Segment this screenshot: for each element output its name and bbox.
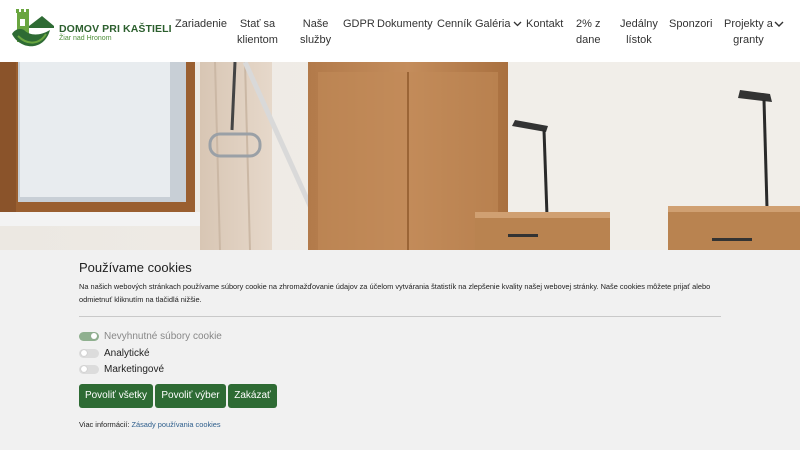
site-header: DOMOV PRI KAŠTIELI Žiar nad Hronom Zaria…	[0, 0, 800, 62]
cookie-title: Používame cookies	[79, 260, 192, 275]
toggle-analytics[interactable]	[79, 348, 99, 358]
room-photo	[0, 62, 800, 250]
cookie-policy-link[interactable]: Zásady používania cookies	[131, 420, 220, 429]
cookie-description: Na našich webových stránkach používame s…	[79, 282, 711, 304]
cookie-option-label: Marketingové	[104, 363, 165, 375]
nav-item-galeria[interactable]: Galéria	[475, 16, 522, 32]
nav-item-dokumenty[interactable]: Dokumenty	[377, 16, 433, 32]
site-logo[interactable]: DOMOV PRI KAŠTIELI Žiar nad Hronom	[8, 5, 172, 57]
cookie-banner: Používame cookies Na našich webových str…	[0, 250, 800, 450]
nav-item-nase-sluzby[interactable]: Naše služby	[300, 16, 331, 48]
nav-item-2-percent[interactable]: 2% z dane	[576, 16, 600, 48]
chevron-down-icon[interactable]	[774, 21, 784, 28]
toggle-necessary	[79, 331, 99, 341]
more-info-label: Viac informácií:	[79, 420, 130, 429]
nav-item-stat-sa-klientom[interactable]: Stať sa klientom	[237, 16, 278, 48]
more-info: Viac informácií: Zásady používania cooki…	[79, 420, 221, 429]
cookie-option-analytics[interactable]: Analytické	[79, 346, 150, 360]
allow-all-button[interactable]: Povoliť všetky	[79, 384, 153, 408]
cookie-option-marketing[interactable]: Marketingové	[79, 362, 164, 376]
nav-item-projekty-a-granty[interactable]: Projekty a granty	[724, 16, 773, 48]
nav-item-sponzori[interactable]: Sponzori	[669, 16, 712, 32]
brand-title: DOMOV PRI KAŠTIELI	[59, 23, 172, 35]
nav-item-kontakt[interactable]: Kontakt	[526, 16, 563, 32]
logo-icon	[12, 9, 54, 47]
toggle-marketing[interactable]	[79, 364, 99, 374]
deny-button[interactable]: Zakázať	[228, 384, 277, 408]
cookie-option-label: Analytické	[104, 347, 150, 359]
hero-image	[0, 62, 800, 250]
chevron-down-icon	[514, 21, 522, 27]
nav-item-jedalny-listok[interactable]: Jedálny lístok	[620, 16, 658, 48]
allow-selection-button[interactable]: Povoliť výber	[155, 384, 226, 408]
cookie-option-necessary: Nevyhnutné súbory cookie	[79, 329, 222, 343]
nav-item-zariadenie[interactable]: Zariadenie	[175, 16, 227, 32]
nav-item-cennik[interactable]: Cenník	[437, 16, 472, 32]
nav-item-gdpr[interactable]: GDPR	[343, 16, 375, 32]
divider	[79, 316, 721, 317]
brand-subtitle: Žiar nad Hronom	[59, 35, 112, 42]
cookie-option-label: Nevyhnutné súbory cookie	[104, 330, 222, 342]
